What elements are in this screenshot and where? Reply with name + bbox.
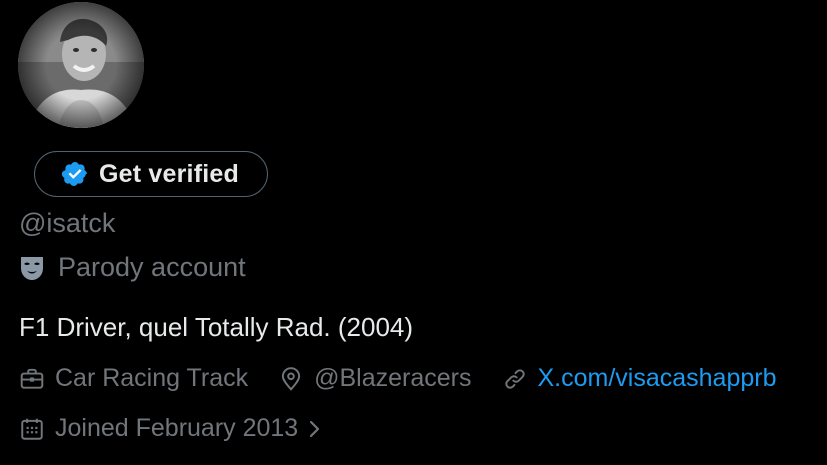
- profile-category: Car Racing Track: [19, 364, 248, 393]
- joined-date-row[interactable]: Joined February 2013: [19, 414, 324, 443]
- profile-meta-row: Car Racing Track @Blazeracers X.com/visa…: [19, 364, 777, 393]
- chevron-right-icon: [306, 416, 324, 442]
- user-handle: @isatck: [19, 208, 116, 238]
- website-link[interactable]: X.com/visacashapprb: [538, 364, 777, 393]
- profile-location: @Blazeracers: [278, 364, 472, 393]
- bio-text: F1 Driver, quel Totally Rad. (2004): [19, 312, 414, 342]
- parody-label: Parody account: [58, 252, 246, 282]
- profile-photo: [18, 2, 144, 128]
- location-label: @Blazeracers: [314, 364, 472, 392]
- location-pin-icon: [278, 366, 304, 392]
- get-verified-label: Get verified: [99, 159, 239, 188]
- briefcase-icon: [19, 366, 45, 392]
- calendar-icon: [19, 416, 45, 442]
- profile-website[interactable]: X.com/visacashapprb: [502, 364, 777, 393]
- parody-label-row: Parody account: [19, 252, 246, 283]
- joined-label: Joined February 2013: [55, 414, 299, 442]
- link-icon: [502, 366, 528, 392]
- theater-mask-icon: [19, 254, 45, 282]
- avatar[interactable]: [18, 2, 144, 128]
- category-label: Car Racing Track: [55, 364, 249, 392]
- verified-badge-icon: [61, 160, 89, 188]
- get-verified-button[interactable]: Get verified: [34, 151, 268, 197]
